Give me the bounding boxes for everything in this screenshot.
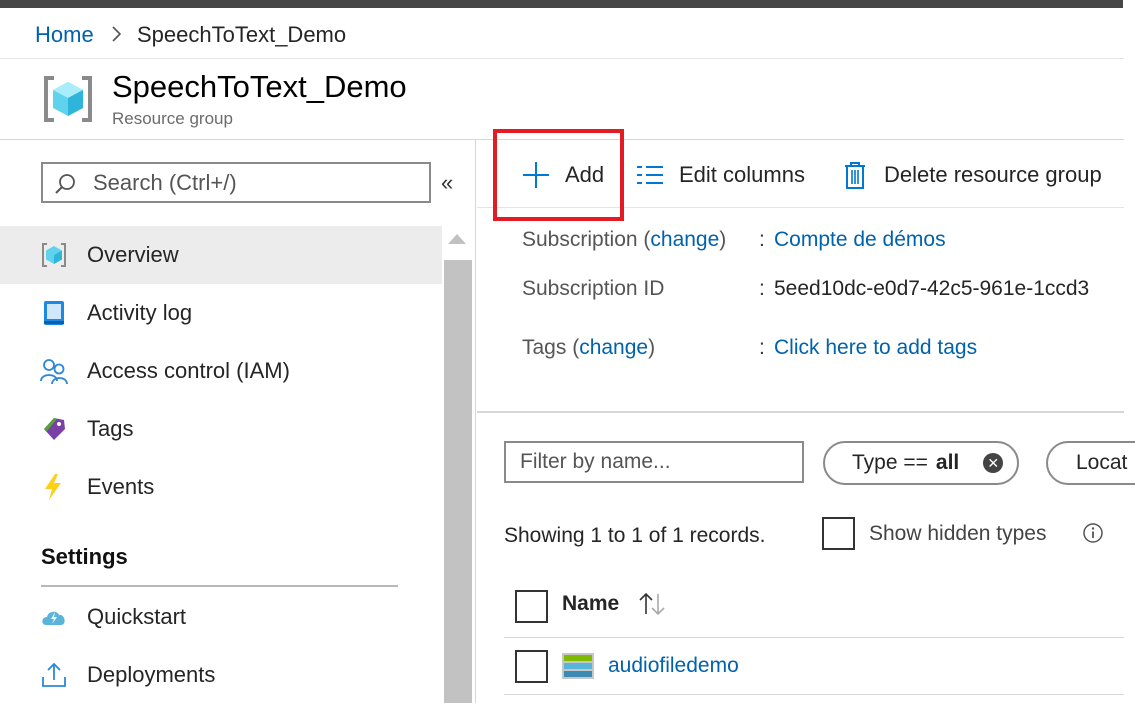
edit-columns-button[interactable]: Edit columns xyxy=(635,158,805,192)
plus-icon xyxy=(523,162,549,188)
access-control-icon xyxy=(40,359,68,385)
tag-icon xyxy=(44,418,65,440)
type-filter-pill[interactable]: Type == all ✕ xyxy=(823,441,1020,485)
breadcrumb-home-link[interactable]: Home xyxy=(35,22,94,48)
main-content: Add Edit columns Delete resource group S… xyxy=(477,129,1135,703)
sidebar-item-label: Overview xyxy=(87,242,179,267)
sidebar-item-label: Deployments xyxy=(87,662,216,687)
type-filter-value: all xyxy=(935,451,960,474)
command-bar: Add Edit columns Delete resource group xyxy=(477,129,1124,221)
chevron-right-icon xyxy=(112,26,122,42)
location-filter-pill[interactable]: Locat xyxy=(1046,441,1135,485)
divider xyxy=(41,585,398,587)
scroll-thumb[interactable] xyxy=(444,260,472,703)
storage-account-icon xyxy=(562,653,594,679)
column-header-name[interactable]: Name xyxy=(562,592,619,616)
cloud-icon xyxy=(42,611,65,625)
close-icon[interactable]: ✕ xyxy=(983,453,1004,473)
page-title: SpeechToText_Demo xyxy=(112,69,407,104)
subscription-change-link[interactable]: change xyxy=(650,228,719,251)
sidebar-item-events[interactable]: Events xyxy=(0,458,442,516)
sort-icon[interactable] xyxy=(637,590,667,618)
row-checkbox[interactable] xyxy=(515,650,548,683)
activity-log-icon xyxy=(44,301,64,325)
page-header: SpeechToText_Demo Resource group xyxy=(0,59,1124,140)
sidebar-search[interactable] xyxy=(41,162,431,203)
resource-group-icon xyxy=(44,76,92,122)
sidebar-item-deployments[interactable]: Deployments xyxy=(0,646,442,703)
search-icon xyxy=(55,174,75,194)
collapse-sidebar-button[interactable]: « xyxy=(441,170,465,196)
breadcrumb-current: SpeechToText_Demo xyxy=(137,22,347,47)
sidebar-item-tags[interactable]: Tags xyxy=(0,400,442,458)
location-filter-label: Locat xyxy=(1076,451,1128,474)
type-filter-prefix: Type == xyxy=(852,451,928,474)
table-header: Name xyxy=(504,576,1124,638)
subscription-label-text: Subscription ( xyxy=(522,228,651,251)
select-all-checkbox[interactable] xyxy=(515,590,548,623)
colon: : xyxy=(759,336,765,359)
add-tags-link[interactable]: Click here to add tags xyxy=(774,336,977,360)
upload-icon xyxy=(42,662,66,687)
resource-name-link[interactable]: audiofiledemo xyxy=(608,654,739,678)
table-row[interactable]: audiofiledemo xyxy=(504,638,1124,695)
records-count: Showing 1 to 1 of 1 records. xyxy=(504,524,766,547)
sidebar-item-label: Quickstart xyxy=(87,604,187,629)
sidebar-item-label: Events xyxy=(87,474,155,499)
top-bar xyxy=(0,0,1135,8)
colon: : xyxy=(759,228,765,251)
delete-resource-group-label: Delete resource group xyxy=(884,162,1102,187)
sidebar-item-label: Access control (IAM) xyxy=(87,358,290,383)
sidebar-item-label: Activity log xyxy=(87,300,193,325)
subscription-label-close: ) xyxy=(719,228,727,251)
lightning-icon xyxy=(45,474,61,500)
breadcrumb: Home SpeechToText_Demo xyxy=(0,8,1124,59)
sidebar-scrollbar[interactable] xyxy=(442,226,473,703)
divider xyxy=(477,411,1124,413)
tags-label: Tags (change) xyxy=(522,336,655,360)
subscription-value-link[interactable]: Compte de démos xyxy=(774,228,946,252)
tags-label-text: Tags ( xyxy=(522,336,580,359)
filter-by-name-input[interactable] xyxy=(504,441,804,483)
sidebar-item-label: Tags xyxy=(87,416,134,441)
scroll-up-arrow-icon[interactable] xyxy=(448,234,466,244)
subscription-id-value: 5eed10dc-e0d7-42c5-961e-1ccd3 xyxy=(774,277,1090,300)
trash-icon xyxy=(845,162,865,189)
info-icon[interactable] xyxy=(1082,522,1104,544)
add-button-label: Add xyxy=(565,162,605,187)
sidebar-item-quickstart[interactable]: Quickstart xyxy=(0,588,442,646)
sidebar-item-access-control[interactable]: Access control (IAM) xyxy=(0,342,442,400)
columns-icon xyxy=(637,166,663,184)
sidebar-item-overview[interactable]: Overview xyxy=(0,226,442,284)
sidebar-item-activity-log[interactable]: Activity log xyxy=(0,284,442,342)
show-hidden-types-checkbox[interactable] xyxy=(822,517,855,550)
page-subtitle: Resource group xyxy=(112,109,233,128)
sidebar: « Overview Activity log Access control (… xyxy=(0,140,476,703)
colon: : xyxy=(759,277,765,300)
show-hidden-types-label: Show hidden types xyxy=(869,522,1047,545)
delete-resource-group-button[interactable]: Delete resource group xyxy=(840,158,1102,192)
search-input[interactable] xyxy=(93,170,423,196)
subscription-id-label: Subscription ID xyxy=(522,277,665,300)
settings-heading: Settings xyxy=(41,544,128,569)
tags-label-close: ) xyxy=(648,336,656,359)
add-button[interactable]: Add xyxy=(521,158,604,192)
subscription-label: Subscription (change) xyxy=(522,228,726,252)
tags-change-link[interactable]: change xyxy=(579,336,648,359)
edit-columns-label: Edit columns xyxy=(679,162,805,187)
resource-group-icon xyxy=(42,243,66,267)
